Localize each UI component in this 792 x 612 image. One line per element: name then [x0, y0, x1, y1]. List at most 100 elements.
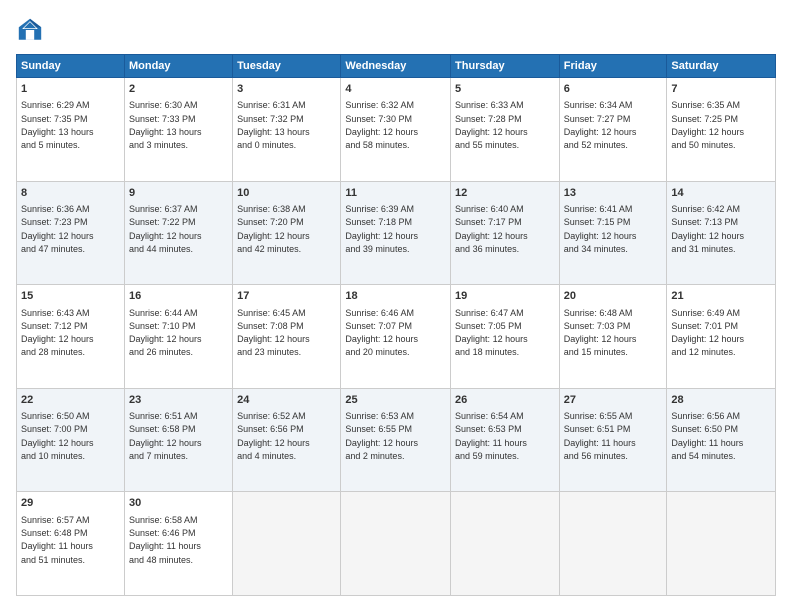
day-info: Sunrise: 6:38 AMSunset: 7:20 PMDaylight:…	[237, 204, 310, 254]
day-number: 20	[564, 289, 663, 304]
col-thursday: Thursday	[451, 55, 560, 78]
day-number: 22	[21, 393, 120, 408]
day-info: Sunrise: 6:57 AMSunset: 6:48 PMDaylight:…	[21, 515, 93, 565]
day-cell-5: 5 Sunrise: 6:33 AMSunset: 7:28 PMDayligh…	[451, 78, 560, 182]
day-cell-15: 15 Sunrise: 6:43 AMSunset: 7:12 PMDaylig…	[17, 285, 125, 389]
day-cell-1: 1 Sunrise: 6:29 AMSunset: 7:35 PMDayligh…	[17, 78, 125, 182]
day-info: Sunrise: 6:50 AMSunset: 7:00 PMDaylight:…	[21, 411, 94, 461]
day-cell-23: 23 Sunrise: 6:51 AMSunset: 6:58 PMDaylig…	[124, 388, 232, 492]
day-cell-28: 28 Sunrise: 6:56 AMSunset: 6:50 PMDaylig…	[667, 388, 776, 492]
day-cell-14: 14 Sunrise: 6:42 AMSunset: 7:13 PMDaylig…	[667, 181, 776, 285]
logo	[16, 16, 48, 44]
day-info: Sunrise: 6:39 AMSunset: 7:18 PMDaylight:…	[345, 204, 418, 254]
day-info: Sunrise: 6:31 AMSunset: 7:32 PMDaylight:…	[237, 100, 310, 150]
day-cell-27: 27 Sunrise: 6:55 AMSunset: 6:51 PMDaylig…	[559, 388, 667, 492]
day-info: Sunrise: 6:53 AMSunset: 6:55 PMDaylight:…	[345, 411, 418, 461]
day-number: 10	[237, 186, 336, 201]
day-info: Sunrise: 6:56 AMSunset: 6:50 PMDaylight:…	[671, 411, 743, 461]
day-info: Sunrise: 6:48 AMSunset: 7:03 PMDaylight:…	[564, 308, 637, 358]
day-info: Sunrise: 6:52 AMSunset: 6:56 PMDaylight:…	[237, 411, 310, 461]
day-info: Sunrise: 6:55 AMSunset: 6:51 PMDaylight:…	[564, 411, 636, 461]
day-cell-21: 21 Sunrise: 6:49 AMSunset: 7:01 PMDaylig…	[667, 285, 776, 389]
day-info: Sunrise: 6:44 AMSunset: 7:10 PMDaylight:…	[129, 308, 202, 358]
day-cell-empty	[667, 492, 776, 596]
calendar-table: Sunday Monday Tuesday Wednesday Thursday…	[16, 54, 776, 596]
day-cell-6: 6 Sunrise: 6:34 AMSunset: 7:27 PMDayligh…	[559, 78, 667, 182]
day-info: Sunrise: 6:58 AMSunset: 6:46 PMDaylight:…	[129, 515, 201, 565]
day-number: 24	[237, 393, 336, 408]
day-info: Sunrise: 6:29 AMSunset: 7:35 PMDaylight:…	[21, 100, 94, 150]
day-number: 12	[455, 186, 555, 201]
day-cell-30: 30 Sunrise: 6:58 AMSunset: 6:46 PMDaylig…	[124, 492, 232, 596]
day-number: 6	[564, 82, 663, 97]
day-cell-7: 7 Sunrise: 6:35 AMSunset: 7:25 PMDayligh…	[667, 78, 776, 182]
day-number: 9	[129, 186, 228, 201]
day-number: 23	[129, 393, 228, 408]
day-cell-25: 25 Sunrise: 6:53 AMSunset: 6:55 PMDaylig…	[341, 388, 451, 492]
day-cell-13: 13 Sunrise: 6:41 AMSunset: 7:15 PMDaylig…	[559, 181, 667, 285]
col-saturday: Saturday	[667, 55, 776, 78]
day-cell-2: 2 Sunrise: 6:30 AMSunset: 7:33 PMDayligh…	[124, 78, 232, 182]
day-number: 18	[345, 289, 446, 304]
day-cell-24: 24 Sunrise: 6:52 AMSunset: 6:56 PMDaylig…	[233, 388, 341, 492]
day-number: 26	[455, 393, 555, 408]
day-number: 11	[345, 186, 446, 201]
day-cell-8: 8 Sunrise: 6:36 AMSunset: 7:23 PMDayligh…	[17, 181, 125, 285]
weekday-header-row: Sunday Monday Tuesday Wednesday Thursday…	[17, 55, 776, 78]
day-info: Sunrise: 6:47 AMSunset: 7:05 PMDaylight:…	[455, 308, 528, 358]
col-sunday: Sunday	[17, 55, 125, 78]
day-number: 13	[564, 186, 663, 201]
day-info: Sunrise: 6:45 AMSunset: 7:08 PMDaylight:…	[237, 308, 310, 358]
day-number: 7	[671, 82, 771, 97]
header	[16, 16, 776, 44]
col-tuesday: Tuesday	[233, 55, 341, 78]
col-friday: Friday	[559, 55, 667, 78]
day-cell-10: 10 Sunrise: 6:38 AMSunset: 7:20 PMDaylig…	[233, 181, 341, 285]
day-number: 29	[21, 496, 120, 511]
day-number: 25	[345, 393, 446, 408]
day-info: Sunrise: 6:35 AMSunset: 7:25 PMDaylight:…	[671, 100, 744, 150]
day-cell-empty	[451, 492, 560, 596]
day-number: 2	[129, 82, 228, 97]
day-info: Sunrise: 6:42 AMSunset: 7:13 PMDaylight:…	[671, 204, 744, 254]
day-number: 1	[21, 82, 120, 97]
day-info: Sunrise: 6:46 AMSunset: 7:07 PMDaylight:…	[345, 308, 418, 358]
day-number: 14	[671, 186, 771, 201]
day-info: Sunrise: 6:36 AMSunset: 7:23 PMDaylight:…	[21, 204, 94, 254]
week-row-4: 22 Sunrise: 6:50 AMSunset: 7:00 PMDaylig…	[17, 388, 776, 492]
day-number: 27	[564, 393, 663, 408]
logo-icon	[16, 16, 44, 44]
day-cell-18: 18 Sunrise: 6:46 AMSunset: 7:07 PMDaylig…	[341, 285, 451, 389]
day-number: 4	[345, 82, 446, 97]
day-cell-19: 19 Sunrise: 6:47 AMSunset: 7:05 PMDaylig…	[451, 285, 560, 389]
day-info: Sunrise: 6:49 AMSunset: 7:01 PMDaylight:…	[671, 308, 744, 358]
day-info: Sunrise: 6:32 AMSunset: 7:30 PMDaylight:…	[345, 100, 418, 150]
day-cell-3: 3 Sunrise: 6:31 AMSunset: 7:32 PMDayligh…	[233, 78, 341, 182]
day-number: 17	[237, 289, 336, 304]
day-number: 3	[237, 82, 336, 97]
day-cell-4: 4 Sunrise: 6:32 AMSunset: 7:30 PMDayligh…	[341, 78, 451, 182]
day-cell-empty	[233, 492, 341, 596]
day-number: 5	[455, 82, 555, 97]
day-cell-17: 17 Sunrise: 6:45 AMSunset: 7:08 PMDaylig…	[233, 285, 341, 389]
day-info: Sunrise: 6:40 AMSunset: 7:17 PMDaylight:…	[455, 204, 528, 254]
day-number: 28	[671, 393, 771, 408]
day-number: 21	[671, 289, 771, 304]
day-cell-empty	[559, 492, 667, 596]
day-info: Sunrise: 6:54 AMSunset: 6:53 PMDaylight:…	[455, 411, 527, 461]
col-monday: Monday	[124, 55, 232, 78]
day-info: Sunrise: 6:30 AMSunset: 7:33 PMDaylight:…	[129, 100, 202, 150]
day-info: Sunrise: 6:33 AMSunset: 7:28 PMDaylight:…	[455, 100, 528, 150]
day-number: 30	[129, 496, 228, 511]
col-wednesday: Wednesday	[341, 55, 451, 78]
week-row-1: 1 Sunrise: 6:29 AMSunset: 7:35 PMDayligh…	[17, 78, 776, 182]
page: Sunday Monday Tuesday Wednesday Thursday…	[0, 0, 792, 612]
day-info: Sunrise: 6:51 AMSunset: 6:58 PMDaylight:…	[129, 411, 202, 461]
day-number: 16	[129, 289, 228, 304]
day-number: 15	[21, 289, 120, 304]
day-cell-26: 26 Sunrise: 6:54 AMSunset: 6:53 PMDaylig…	[451, 388, 560, 492]
day-info: Sunrise: 6:41 AMSunset: 7:15 PMDaylight:…	[564, 204, 637, 254]
day-number: 8	[21, 186, 120, 201]
day-cell-empty	[341, 492, 451, 596]
day-cell-16: 16 Sunrise: 6:44 AMSunset: 7:10 PMDaylig…	[124, 285, 232, 389]
